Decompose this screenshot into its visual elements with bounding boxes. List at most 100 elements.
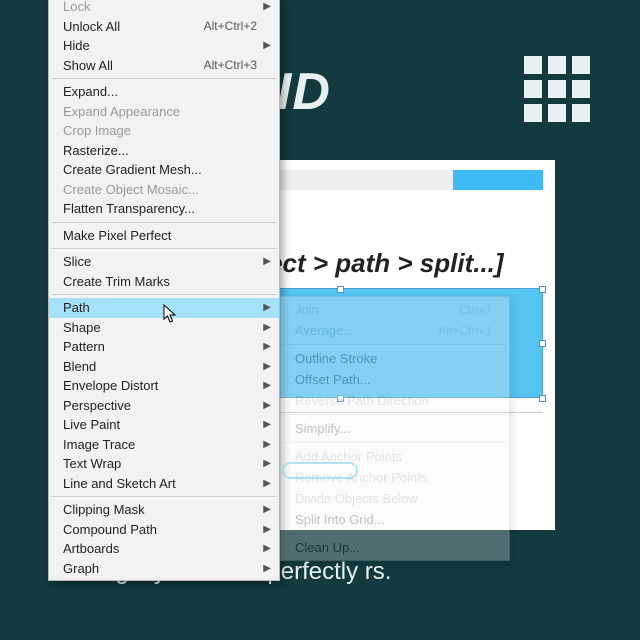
menu-item-label: Pattern — [63, 339, 105, 354]
chevron-right-icon: ▶ — [263, 256, 271, 267]
menu-item-make-pixel-perfect[interactable]: Make Pixel Perfect — [49, 226, 279, 246]
menu-item-label: Make Pixel Perfect — [63, 228, 171, 243]
chevron-right-icon: ▶ — [263, 478, 271, 489]
menu-separator — [283, 344, 507, 345]
menu-item-text-wrap[interactable]: Text Wrap ▶ — [49, 454, 279, 474]
menu-separator — [283, 442, 507, 443]
menu-item-graph[interactable]: Graph ▶ — [49, 559, 279, 579]
menu-item-simplify[interactable]: Simplify... — [281, 418, 509, 439]
menu-item-label: Slice — [63, 254, 91, 269]
menu-item-artboards[interactable]: Artboards ▶ — [49, 539, 279, 559]
menu-item-average: Average... Alt+Ctrl+J — [281, 320, 509, 341]
chevron-right-icon: ▶ — [263, 458, 271, 469]
menu-item-label: Simplify... — [295, 421, 350, 436]
menu-item-label: Perspective — [63, 398, 131, 413]
chevron-right-icon: ▶ — [263, 439, 271, 450]
menu-item-live-paint[interactable]: Live Paint▶ — [49, 415, 279, 435]
menu-item-label: Path — [63, 300, 90, 315]
menu-separator — [51, 78, 277, 79]
selection-handle[interactable] — [539, 395, 546, 402]
menu-item-crop-image: Crop Image — [49, 121, 279, 141]
menu-separator — [51, 222, 277, 223]
menu-item-unlock-all[interactable]: Unlock AllAlt+Ctrl+2 — [49, 17, 279, 37]
menu-item-join: Join Ctrl+J — [281, 299, 509, 320]
menu-item-label: Graph — [63, 561, 99, 576]
menu-item-rasterize[interactable]: Rasterize... — [49, 141, 279, 161]
selection-handle[interactable] — [539, 286, 546, 293]
menu-item-label: Text Wrap — [63, 456, 121, 471]
menu-item-perspective[interactable]: Perspective ▶ — [49, 396, 279, 416]
chevron-right-icon: ▶ — [263, 322, 271, 333]
menu-item-label: Create Gradient Mesh... — [63, 162, 202, 177]
menu-item-outline-stroke[interactable]: Outline Stroke — [281, 348, 509, 369]
menu-item-show-all[interactable]: Show AllAlt+Ctrl+3 — [49, 56, 279, 76]
chevron-right-icon: ▶ — [263, 380, 271, 391]
menu-item-shape[interactable]: Shape▶ — [49, 318, 279, 338]
chevron-right-icon: ▶ — [263, 302, 271, 313]
menu-item-label: Image Trace — [63, 437, 135, 452]
menu-item-compound-path[interactable]: Compound Path▶ — [49, 520, 279, 540]
menu-item-label: Join — [295, 302, 319, 317]
menu-item-label: Lock — [63, 0, 90, 14]
menu-item-image-trace[interactable]: Image Trace ▶ — [49, 435, 279, 455]
menu-item-label: Crop Image — [63, 123, 131, 138]
menu-item-reverse-path-direction: Reverse Path Direction — [281, 390, 509, 411]
menu-item-label: Clipping Mask — [63, 502, 145, 517]
chevron-right-icon: ▶ — [263, 341, 271, 352]
menu-item-divide-objects-below: Divide Objects Below — [281, 488, 509, 509]
chevron-right-icon: ▶ — [263, 504, 271, 515]
menu-separator — [283, 533, 507, 534]
header-accent — [453, 170, 543, 190]
path-submenu[interactable]: Join Ctrl+J Average... Alt+Ctrl+J Outline St… — [280, 296, 510, 561]
menu-item-label: Split Into Grid... — [295, 512, 385, 527]
menu-item-label: Rasterize... — [63, 143, 129, 158]
menu-item-label: Unlock All — [63, 19, 120, 34]
menu-item-label: Envelope Distort — [63, 378, 158, 393]
chevron-right-icon: ▶ — [263, 40, 271, 51]
menu-separator — [51, 496, 277, 497]
menu-item-label: Blend — [63, 359, 96, 374]
menu-item-flatten-transparency[interactable]: Flatten Transparency... — [49, 199, 279, 219]
menu-item-label: Clean Up... — [295, 540, 360, 555]
menu-item-offset-path[interactable]: Offset Path... — [281, 369, 509, 390]
menu-item-label: Create Trim Marks — [63, 274, 170, 289]
menu-item-label: Hide — [63, 38, 90, 53]
menu-item-pattern[interactable]: Pattern ▶ — [49, 337, 279, 357]
menu-item-clean-up[interactable]: Clean Up... — [281, 537, 509, 558]
chevron-right-icon: ▶ — [263, 1, 271, 12]
menu-item-hide[interactable]: Hide ▶ — [49, 36, 279, 56]
menu-item-label: Reverse Path Direction — [295, 393, 429, 408]
menu-item-label: Offset Path... — [295, 372, 371, 387]
menu-shortcut: Alt+Ctrl+J — [438, 324, 491, 338]
menu-item-create-trim-marks[interactable]: Create Trim Marks — [49, 272, 279, 292]
object-menu[interactable]: Lock ▶ Unlock AllAlt+Ctrl+2Hide ▶ Show AllAl… — [48, 0, 280, 581]
menu-item-create-object-mosaic: Create Object Mosaic... — [49, 180, 279, 200]
menu-item-create-gradient-mesh[interactable]: Create Gradient Mesh... — [49, 160, 279, 180]
menu-item-label: Expand... — [63, 84, 118, 99]
chevron-right-icon: ▶ — [263, 524, 271, 535]
grid-icon — [524, 56, 590, 122]
chevron-right-icon: ▶ — [263, 563, 271, 574]
chevron-right-icon: ▶ — [263, 543, 271, 554]
menu-item-blend[interactable]: Blend ▶ — [49, 357, 279, 377]
menu-separator — [283, 414, 507, 415]
selection-handle[interactable] — [337, 286, 344, 293]
menu-item-label: Line and Sketch Art — [63, 476, 176, 491]
chevron-right-icon: ▶ — [263, 361, 271, 372]
menu-item-label: Average... — [295, 323, 354, 338]
menu-item-slice[interactable]: Slice ▶ — [49, 252, 279, 272]
chevron-right-icon: ▶ — [263, 400, 271, 411]
menu-shortcut: Ctrl+J — [459, 303, 491, 317]
focus-ring — [282, 462, 358, 479]
menu-item-envelope-distort[interactable]: Envelope Distort ▶ — [49, 376, 279, 396]
selection-handle[interactable] — [539, 340, 546, 347]
menu-item-label: Live Paint — [63, 417, 120, 432]
menu-item-label: Artboards — [63, 541, 119, 556]
menu-item-label: Divide Objects Below — [295, 491, 418, 506]
menu-item-path[interactable]: Path ▶ — [49, 298, 279, 318]
menu-item-clipping-mask[interactable]: Clipping Mask ▶ — [49, 500, 279, 520]
menu-item-lock: Lock ▶ — [49, 0, 279, 17]
menu-item-split-into-grid[interactable]: Split Into Grid... — [281, 509, 509, 530]
menu-item-expand[interactable]: Expand... — [49, 82, 279, 102]
menu-item-line-and-sketch-art[interactable]: Line and Sketch Art ▶ — [49, 474, 279, 494]
